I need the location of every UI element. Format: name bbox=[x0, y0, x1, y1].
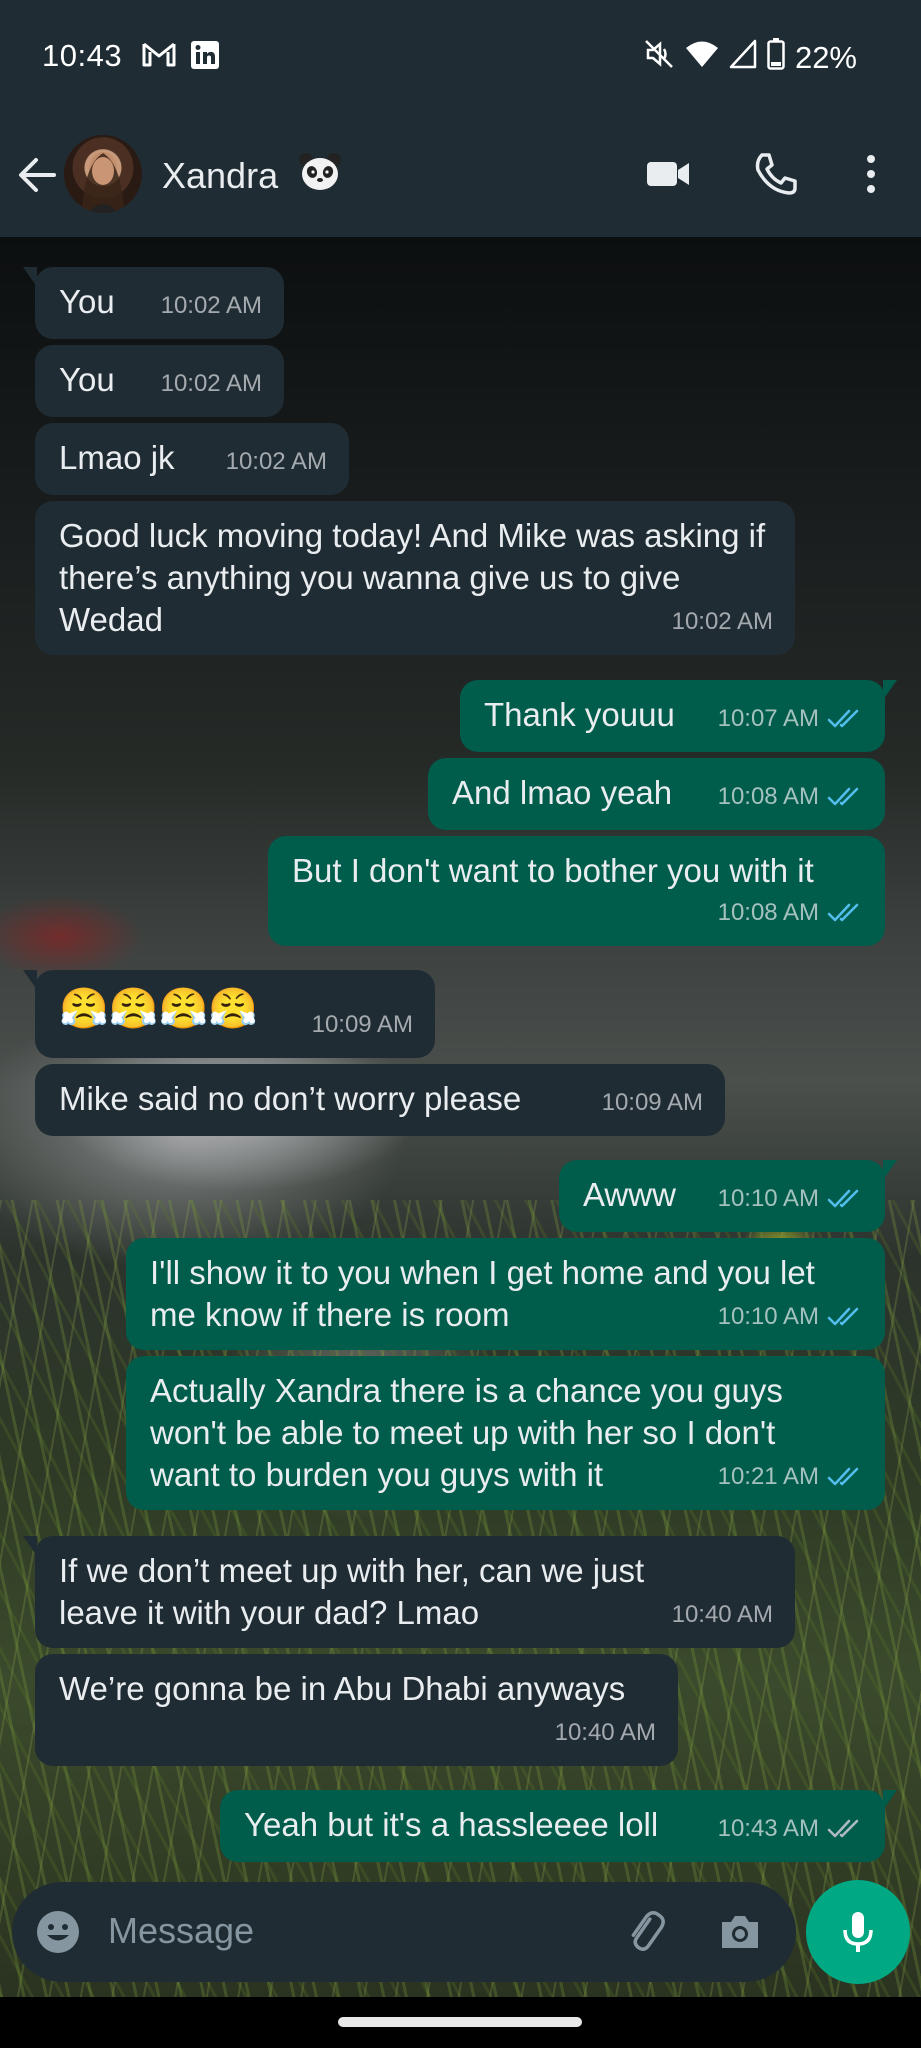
message-input[interactable]: Message bbox=[108, 1910, 254, 1952]
message-text: 😤😤😤😤 bbox=[59, 987, 259, 1031]
delivered-ticks-icon bbox=[827, 1819, 859, 1838]
message-time: 10:10 AM bbox=[717, 1185, 819, 1212]
contact-name-text: Xandra bbox=[162, 155, 279, 196]
message-time: 10:43 AM bbox=[717, 1815, 819, 1842]
message-time: 10:40 AM bbox=[554, 1719, 656, 1746]
message-text: If we don’t meet up with her, can we jus… bbox=[59, 1552, 645, 1631]
system-navigation-bar bbox=[0, 1997, 921, 2048]
message-time: 10:07 AM bbox=[717, 705, 819, 732]
read-ticks-icon bbox=[827, 709, 859, 728]
message-text: But I don't want to bother you with it bbox=[292, 852, 814, 889]
message-text: Yeah but it's a hassleeee loll bbox=[244, 1806, 659, 1843]
message-incoming[interactable]: You 10:02 AM bbox=[23, 267, 284, 339]
wifi-icon bbox=[685, 39, 719, 77]
contact-name[interactable]: Xandra bbox=[162, 152, 342, 201]
message-outgoing[interactable]: I'll show it to you when I get home and … bbox=[126, 1238, 885, 1350]
emoji-icon bbox=[37, 1911, 79, 1953]
back-button[interactable] bbox=[14, 150, 64, 200]
read-ticks-icon bbox=[827, 1189, 859, 1208]
message-time: 10:40 AM bbox=[671, 1601, 773, 1628]
message-incoming[interactable]: If we don’t meet up with her, can we jus… bbox=[23, 1536, 795, 1648]
message-text: You bbox=[59, 283, 115, 320]
message-outgoing[interactable]: Actually Xandra there is a chance you gu… bbox=[126, 1356, 885, 1510]
camera-button[interactable] bbox=[716, 1908, 764, 1961]
home-gesture-handle[interactable] bbox=[338, 2017, 582, 2027]
gmail-icon bbox=[142, 40, 176, 78]
message-incoming[interactable]: You 10:02 AM bbox=[35, 345, 284, 417]
message-time: 10:02 AM bbox=[225, 448, 327, 475]
emoji-button[interactable] bbox=[34, 1908, 82, 1961]
attach-button[interactable] bbox=[622, 1908, 670, 1961]
signal-icon bbox=[729, 39, 757, 77]
message-outgoing[interactable]: And lmao yeah 10:08 AM bbox=[428, 758, 885, 830]
message-time: 10:09 AM bbox=[311, 1011, 413, 1038]
message-time: 10:09 AM bbox=[601, 1089, 703, 1116]
video-call-icon bbox=[647, 162, 689, 186]
read-ticks-icon bbox=[827, 1467, 859, 1486]
back-arrow-icon bbox=[19, 158, 56, 192]
read-ticks-icon bbox=[827, 1307, 859, 1326]
message-incoming[interactable]: We’re gonna be in Abu Dhabi anyways 10:4… bbox=[35, 1654, 678, 1766]
message-text: We’re gonna be in Abu Dhabi anyways bbox=[59, 1670, 626, 1707]
read-ticks-icon bbox=[827, 903, 859, 922]
message-time: 10:08 AM bbox=[717, 899, 819, 926]
more-options-button[interactable] bbox=[856, 150, 886, 203]
camera-icon bbox=[722, 1916, 758, 1948]
message-text: Mike said no don’t worry please bbox=[59, 1080, 522, 1117]
message-outgoing[interactable]: But I don't want to bother you with it 1… bbox=[268, 836, 885, 946]
message-text: You bbox=[59, 361, 115, 398]
message-outgoing[interactable]: Thank youuu 10:07 AM bbox=[460, 680, 897, 752]
message-time: 10:02 AM bbox=[160, 370, 262, 397]
message-time: 10:10 AM bbox=[717, 1303, 819, 1330]
read-ticks-icon bbox=[827, 787, 859, 806]
message-incoming[interactable]: Good luck moving today! And Mike was ask… bbox=[35, 501, 795, 655]
message-incoming[interactable]: 😤😤😤😤 10:09 AM bbox=[23, 970, 435, 1058]
microphone-icon bbox=[843, 1912, 873, 1952]
message-text: Lmao jk bbox=[59, 439, 175, 476]
message-outgoing[interactable]: Yeah but it's a hassleeee loll 10:43 AM bbox=[220, 1790, 897, 1862]
chat-header: Xandra bbox=[0, 112, 921, 237]
message-incoming[interactable]: Lmao jk 10:02 AM bbox=[35, 423, 349, 495]
message-time: 10:02 AM bbox=[671, 608, 773, 635]
message-time: 10:08 AM bbox=[717, 783, 819, 810]
message-text: Awww bbox=[583, 1176, 676, 1213]
message-incoming[interactable]: Mike said no don’t worry please 10:09 AM bbox=[35, 1064, 725, 1136]
voice-message-button[interactable] bbox=[806, 1880, 910, 1984]
message-time: 10:21 AM bbox=[717, 1463, 819, 1490]
more-icon bbox=[867, 155, 875, 193]
message-text: Thank youuu bbox=[484, 696, 675, 733]
battery-icon bbox=[767, 38, 785, 78]
avatar[interactable] bbox=[64, 135, 142, 213]
linkedin-icon bbox=[190, 40, 220, 78]
message-outgoing[interactable]: Awww 10:10 AM bbox=[559, 1160, 897, 1232]
phone-icon bbox=[755, 153, 797, 195]
message-text: And lmao yeah bbox=[452, 774, 673, 811]
voice-call-button[interactable] bbox=[752, 150, 800, 203]
message-time: 10:02 AM bbox=[160, 292, 262, 319]
battery-percent: 22% bbox=[794, 40, 857, 75]
video-call-button[interactable] bbox=[644, 150, 692, 203]
status-bar: 10:43 22% bbox=[0, 0, 921, 112]
panda-emoji-icon bbox=[298, 152, 342, 201]
paperclip-icon bbox=[631, 1911, 665, 1951]
mute-icon bbox=[643, 38, 675, 78]
message-composer[interactable]: Message bbox=[12, 1882, 796, 1982]
status-time: 10:43 bbox=[42, 38, 123, 73]
